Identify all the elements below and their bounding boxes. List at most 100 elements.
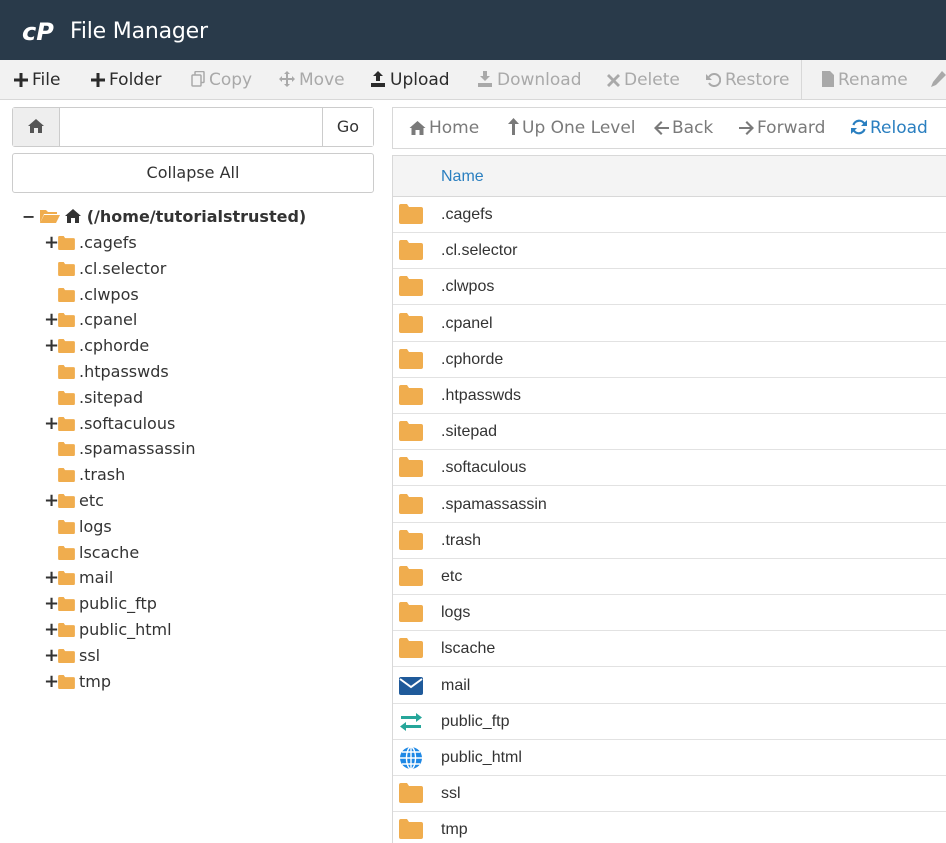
copy-button[interactable]: Copy <box>191 60 252 100</box>
upload-button[interactable]: Upload <box>370 60 450 100</box>
table-row[interactable]: .clwpos <box>393 269 946 306</box>
tree-item-label: .cpanel <box>79 310 138 330</box>
back-button[interactable]: Back <box>654 108 713 148</box>
new-file-button[interactable]: File <box>14 60 60 100</box>
expand-toggle[interactable]: + <box>44 617 59 643</box>
file-name: ssl <box>441 785 461 803</box>
table-row[interactable]: public_html <box>393 740 946 776</box>
edit-button[interactable] <box>930 60 946 100</box>
expand-toggle[interactable]: + <box>44 488 59 514</box>
new-folder-label: Folder <box>109 70 162 90</box>
tree-item[interactable]: lscache <box>44 540 139 566</box>
home-nav-button[interactable]: Home <box>409 108 479 148</box>
folder-icon <box>58 674 75 689</box>
table-row[interactable]: tmp <box>393 812 946 843</box>
tree-item[interactable]: .trash <box>44 462 125 488</box>
folder-icon-wrap <box>399 276 423 298</box>
table-row[interactable]: etc <box>393 559 946 595</box>
expand-toggle[interactable]: + <box>44 643 59 669</box>
folder-icon <box>58 648 75 663</box>
table-row[interactable]: lscache <box>393 631 946 668</box>
tree-folder-icon-wrap <box>58 233 79 252</box>
tree-item[interactable]: + public_html <box>44 617 172 643</box>
reload-button[interactable]: Reload <box>851 108 928 148</box>
refresh-icon <box>851 119 867 135</box>
new-folder-button[interactable]: Folder <box>91 60 162 100</box>
table-row[interactable]: .cphorde <box>393 341 946 378</box>
table-row[interactable]: .cl.selector <box>393 233 946 270</box>
collapse-all-button[interactable]: Collapse All <box>12 153 374 193</box>
tree-folder-icon-wrap <box>58 672 79 691</box>
tree-item[interactable]: logs <box>44 514 112 540</box>
file-name: .spamassassin <box>441 495 547 513</box>
folder-icon <box>58 339 75 354</box>
tree-item[interactable]: .htpasswds <box>44 359 169 385</box>
tree-item[interactable]: .spamassassin <box>44 436 196 462</box>
table-row[interactable]: .cpanel <box>393 306 946 342</box>
table-row[interactable]: .softaculous <box>393 450 946 487</box>
table-row[interactable]: logs <box>393 595 946 632</box>
app-title: File Manager <box>70 19 208 44</box>
folder-icon-wrap <box>399 602 423 624</box>
tree-item-label: .sitepad <box>79 387 144 407</box>
tree-item-label: .cagefs <box>79 233 137 252</box>
path-search-group: Go <box>12 107 374 147</box>
up-one-level-button[interactable]: Up One Level <box>508 108 636 148</box>
home-path-button[interactable] <box>13 108 60 146</box>
name-column-header[interactable]: Name <box>441 156 484 198</box>
folder-icon <box>399 385 423 405</box>
tree-item[interactable]: + .cpanel <box>44 307 137 333</box>
file-name: .cagefs <box>441 206 493 223</box>
table-row[interactable]: .spamassassin <box>393 486 946 523</box>
expand-toggle[interactable]: + <box>44 565 59 591</box>
table-row[interactable]: mail <box>393 668 946 704</box>
table-row[interactable]: .trash <box>393 523 946 559</box>
upload-icon <box>371 71 385 87</box>
file-name: .htpasswds <box>441 387 522 404</box>
rename-button[interactable]: Rename <box>822 60 908 100</box>
tree-item[interactable]: + mail <box>44 565 113 591</box>
tree-item[interactable]: + tmp <box>44 669 111 695</box>
tree-item[interactable]: + etc <box>44 488 104 514</box>
expand-toggle[interactable]: + <box>44 333 59 359</box>
pencil-icon <box>931 71 946 87</box>
delete-button[interactable]: Delete <box>607 60 680 100</box>
folder-icon-wrap <box>399 421 423 443</box>
go-button[interactable]: Go <box>322 108 373 146</box>
tree-item[interactable]: .clwpos <box>44 282 139 308</box>
expand-toggle[interactable]: + <box>44 307 59 333</box>
file-name: mail <box>441 676 471 694</box>
path-input[interactable] <box>61 108 323 146</box>
expand-toggle[interactable]: + <box>44 669 59 695</box>
folder-icon-wrap <box>399 638 423 660</box>
expand-toggle[interactable]: + <box>44 591 59 617</box>
expand-toggle[interactable]: + <box>44 411 59 437</box>
table-row[interactable]: .sitepad <box>393 414 946 451</box>
table-row[interactable]: public_ftp <box>393 703 946 740</box>
collapse-toggle[interactable]: − <box>22 204 35 230</box>
tree-item[interactable]: + ssl <box>44 643 100 669</box>
toolbar: File Folder Copy Move Upload Download De… <box>0 60 946 100</box>
folder-icon <box>399 602 423 623</box>
tree-item[interactable]: + .cphorde <box>44 333 149 359</box>
tree-item[interactable]: + .softaculous <box>44 411 175 437</box>
file-name: public_html <box>441 749 522 766</box>
tree-folder-icon-wrap <box>58 414 79 433</box>
tree-root[interactable]: − (/home/tutorialstrusted) <box>22 204 306 230</box>
forward-button[interactable]: Forward <box>739 108 825 148</box>
table-row[interactable]: .htpasswds <box>393 378 946 414</box>
globe-icon-wrap <box>399 746 423 770</box>
expand-toggle[interactable]: + <box>44 230 59 256</box>
mail-icon-wrap <box>399 676 423 699</box>
move-button[interactable]: Move <box>279 60 345 100</box>
tree-item[interactable]: .sitepad <box>44 385 143 411</box>
table-row[interactable]: ssl <box>393 776 946 813</box>
table-row[interactable]: .cagefs <box>393 197 946 233</box>
restore-button[interactable]: Restore <box>706 60 790 100</box>
tree-folder-icon-wrap <box>58 310 79 329</box>
file-name: .cphorde <box>441 350 504 368</box>
tree-item[interactable]: .cl.selector <box>44 256 166 282</box>
tree-item[interactable]: + public_ftp <box>44 591 157 617</box>
download-button[interactable]: Download <box>477 60 582 100</box>
tree-item[interactable]: + .cagefs <box>44 230 137 256</box>
